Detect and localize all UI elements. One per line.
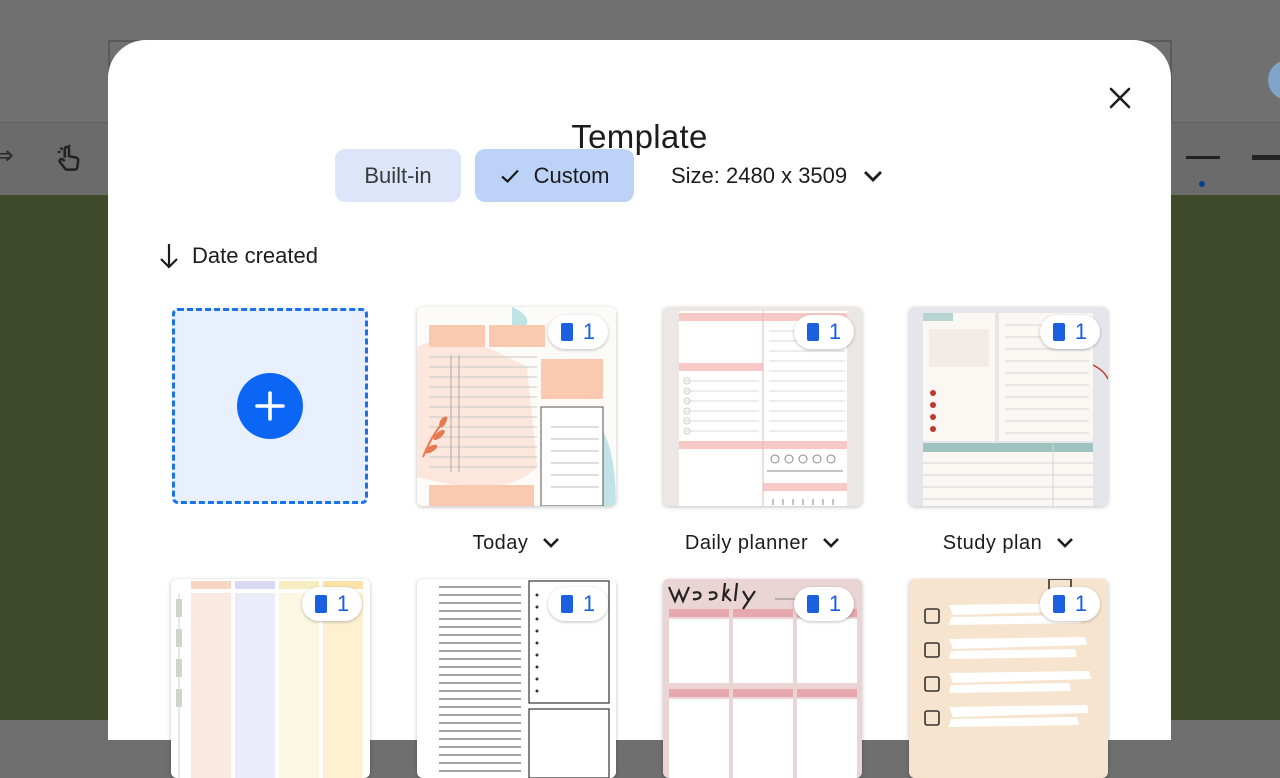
page-count-badge: 1 [794,587,854,621]
template-name-daily-planner[interactable]: Daily planner [663,527,862,559]
page-icon [560,323,573,341]
page-count-badge: 1 [1040,587,1100,621]
pen-thick-icon [1252,155,1280,160]
template-card-schedule[interactable]: 1 [417,579,616,778]
add-circle [237,373,303,439]
redo-icon: ⇒ [0,140,14,170]
close-icon [1109,87,1131,109]
sort-button[interactable]: Date created [158,238,318,274]
page-icon [1052,323,1065,341]
page-count: 1 [1074,319,1088,344]
page-count-badge: 1 [548,587,608,621]
template-card-meal-planner[interactable]: 1 [171,579,370,778]
chevron-down-icon [542,537,560,549]
dialog-title: Template [571,118,708,155]
template-name-label: Study plan [942,531,1043,554]
page-count: 1 [582,591,596,616]
add-template-button[interactable] [172,308,368,504]
sort-label: Date created [192,243,318,268]
page-count: 1 [828,319,842,344]
chevron-down-icon [1056,537,1074,549]
page-count: 1 [582,319,596,344]
page-count: 1 [1074,591,1088,616]
selected-indicator [1199,181,1205,187]
tab-built-in-label: Built-in [364,162,432,188]
plus-icon [255,391,285,421]
page-count-badge: 1 [1040,315,1100,349]
chevron-down-icon [822,537,840,549]
check-icon [500,168,520,184]
template-card-study-plan[interactable]: 1 [909,307,1108,506]
page-icon [1052,595,1065,613]
page-icon [560,595,573,613]
tab-custom-label: Custom [533,162,610,188]
page-count: 1 [336,591,350,616]
tab-custom[interactable]: Custom [475,149,634,202]
page-count-badge: 1 [302,587,362,621]
page-count-badge: 1 [794,315,854,349]
size-label: Size: 2480 x 3509 [671,162,848,188]
tab-built-in[interactable]: Built-in [335,149,461,202]
close-button[interactable] [1100,78,1140,118]
template-card-today[interactable]: 1 [417,307,616,506]
size-dropdown[interactable]: Size: 2480 x 3509 [671,149,883,202]
template-name-label: Today [472,531,529,554]
template-card-checklist[interactable]: 1 [909,579,1108,778]
template-card-daily-planner[interactable]: 1 [663,307,862,506]
arrow-down-icon [158,242,180,270]
template-name-today[interactable]: Today [417,527,616,559]
page-count-badge: 1 [548,315,608,349]
template-name-label: Daily planner [684,531,809,554]
template-dialog: Template Built-in Custom Size: 2480 x 35… [108,40,1171,778]
template-name-study-plan[interactable]: Study plan [909,527,1108,559]
page-icon [806,323,819,341]
hand-tool-icon [52,142,86,183]
template-card-weekly[interactable]: 1 [663,579,862,778]
chevron-down-icon [863,169,883,183]
page-icon [314,595,327,613]
page-count: 1 [828,591,842,616]
page-icon [806,595,819,613]
pen-thin-icon [1186,156,1220,159]
